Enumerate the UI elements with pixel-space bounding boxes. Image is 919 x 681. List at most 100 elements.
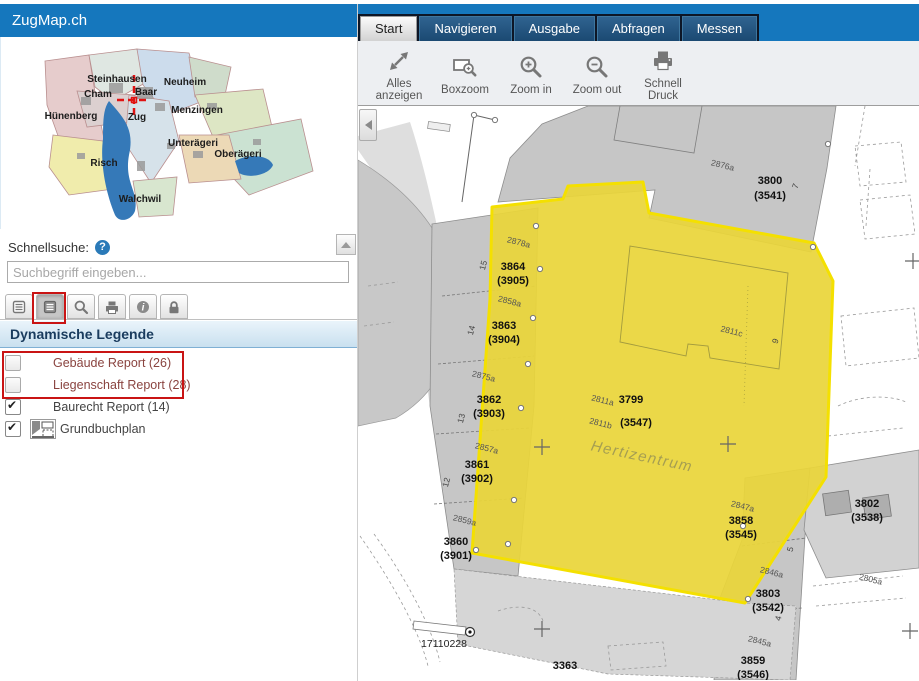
map-label: (3545) [725, 529, 757, 541]
map-label: 3860 [444, 536, 468, 548]
tab-abfragen[interactable]: Abfragen [597, 16, 680, 41]
top-blue-strip [358, 4, 919, 14]
map-label: Menzingen [171, 105, 223, 116]
zoom-out-icon [584, 52, 610, 82]
survey-point [537, 266, 542, 271]
zugmap-app: ZugMap.ch [0, 0, 919, 681]
toolbtn-label: Zoom in [510, 84, 552, 97]
ribbon-tab-row: StartNavigierenAusgabeAbfragenMessen [358, 14, 919, 41]
map-label: 3862 [477, 394, 501, 406]
cadastral-plan-icon [30, 419, 56, 439]
toolbtn-label: Schnell Druck [644, 78, 682, 103]
layer-checkbox[interactable] [5, 377, 21, 393]
toolbtn-label: Boxzoom [441, 84, 489, 97]
survey-point [533, 223, 538, 228]
overview-map[interactable]: SteinhausenNeuheimChamBaarHünenbergMenzi… [0, 37, 357, 229]
survey-point [505, 541, 510, 546]
expand-arrows-button[interactable]: Alles anzeigen [368, 44, 430, 103]
map-label: (3541) [754, 190, 786, 202]
survey-point [825, 141, 830, 146]
map-label: (3902) [461, 473, 493, 485]
lock-icon [166, 299, 182, 315]
sidebar-collapse-button[interactable] [359, 109, 377, 141]
boxzoom-button[interactable]: Boxzoom [434, 50, 496, 97]
map-label: 3864 [501, 261, 526, 273]
map-label: 3859 [741, 655, 765, 667]
tool-tab-legend-list[interactable] [36, 294, 64, 319]
zoom-in-button[interactable]: Zoom in [500, 50, 562, 97]
sidebar: ZugMap.ch [0, 4, 358, 681]
survey-point [471, 112, 476, 117]
overview-map-svg: SteinhausenNeuheimChamBaarHünenbergMenzi… [17, 43, 337, 223]
tab-ausgabe[interactable]: Ausgabe [514, 16, 595, 41]
search-label: Schnellsuche: [8, 240, 89, 255]
tab-navigieren[interactable]: Navigieren [419, 16, 511, 41]
main-panel: StartNavigierenAusgabeAbfragenMessen All… [358, 4, 919, 681]
map-label: (3546) [737, 669, 769, 680]
legend-list-icon [42, 299, 58, 315]
legend-row: Liegenschaft Report (28) [0, 374, 357, 396]
map-label: Hünenberg [45, 111, 98, 122]
map-viewport[interactable]: 2876a2878a2858a2875a2857a2859a2811a2811b… [358, 106, 919, 681]
tab-messen[interactable]: Messen [682, 16, 758, 41]
map-label: (3905) [497, 275, 529, 287]
tool-tab-print[interactable] [98, 294, 126, 319]
survey-point [525, 361, 530, 366]
layer-checkbox[interactable] [5, 355, 21, 371]
zoom-out-button[interactable]: Zoom out [566, 50, 628, 97]
map-label: Steinhausen [87, 74, 146, 85]
layer-label[interactable]: Baurecht Report (14) [53, 400, 170, 414]
layer-label[interactable]: Gebäude Report (26) [53, 356, 171, 370]
tool-tab-lock[interactable] [160, 294, 188, 319]
legend-row: Baurecht Report (14) [0, 396, 357, 418]
layer-checkbox[interactable] [5, 421, 21, 437]
app-header: ZugMap.ch [0, 4, 357, 37]
tool-tab-layers-list[interactable] [5, 294, 33, 319]
map-label: Walchwil [119, 194, 162, 205]
print-icon [104, 299, 120, 315]
survey-point [518, 405, 523, 410]
toolbtn-label: Zoom out [573, 84, 622, 97]
survey-point [530, 315, 535, 320]
map-label: Oberägeri [214, 149, 261, 160]
survey-point [492, 117, 497, 122]
survey-point [511, 497, 516, 502]
survey-point [810, 244, 815, 249]
tab-start[interactable]: Start [360, 16, 417, 41]
map-label: 3799 [619, 394, 643, 406]
quick-print-button[interactable]: Schnell Druck [632, 44, 694, 103]
toolbtn-label: Alles anzeigen [376, 78, 423, 103]
map-label: (3542) [752, 602, 784, 614]
map-canvas: 2876a2878a2858a2875a2857a2859a2811a2811b… [358, 106, 919, 680]
legend-row: Gebäude Report (26) [0, 352, 357, 374]
scroll-up-button[interactable] [336, 234, 356, 255]
map-label: 3803 [756, 588, 780, 600]
tool-tab-search[interactable] [67, 294, 95, 319]
map-label: Baar [135, 87, 157, 98]
map-label: Zug [128, 112, 146, 123]
map-label: 3858 [729, 515, 753, 527]
triangle-left-icon [365, 120, 372, 130]
map-label: (3903) [473, 408, 505, 420]
map-label: (3904) [488, 334, 520, 346]
map-label: 17110228 [421, 638, 467, 650]
map-label: 3800 [758, 175, 782, 187]
map-label: (3901) [440, 550, 472, 562]
map-label: 3802 [855, 498, 879, 510]
search-input[interactable] [7, 261, 349, 283]
expand-arrows-icon [386, 46, 412, 76]
layer-label[interactable]: Grundbuchplan [60, 422, 145, 436]
map-label: Cham [84, 89, 112, 100]
map-label: 3863 [492, 320, 516, 332]
map-label: Risch [90, 158, 117, 169]
map-label: (3547) [620, 417, 652, 429]
map-label: 2805a [858, 571, 884, 586]
tool-tab-info[interactable]: i [129, 294, 157, 319]
triangle-up-icon [341, 242, 351, 248]
sidebar-tool-tabs: i [0, 292, 357, 320]
layer-label[interactable]: Liegenschaft Report (28) [53, 378, 191, 392]
search-icon [73, 299, 89, 315]
help-icon[interactable]: ? [95, 240, 110, 255]
survey-point [473, 547, 478, 552]
layer-checkbox[interactable] [5, 399, 21, 415]
